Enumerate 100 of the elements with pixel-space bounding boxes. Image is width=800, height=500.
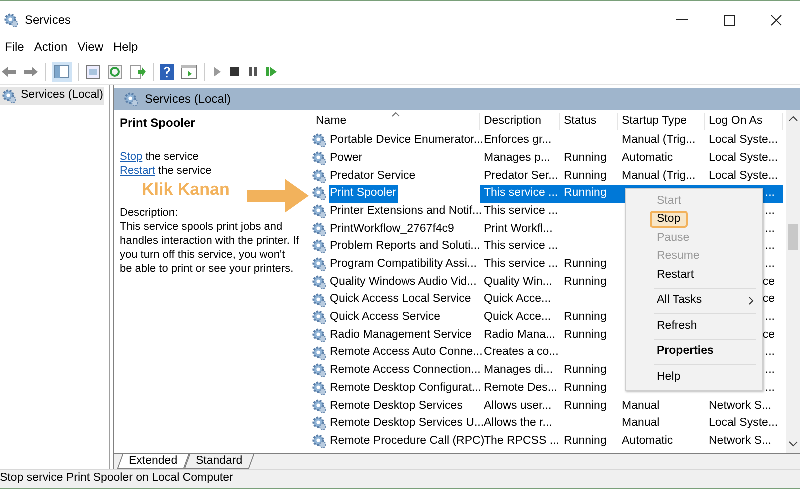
gear-icon [312, 363, 327, 378]
menu-item[interactable]: Help [110, 38, 142, 56]
table-cell: Running [564, 170, 607, 182]
scrollbar[interactable] [786, 110, 800, 453]
table-cell: This service ... [484, 204, 558, 217]
help-icon[interactable] [160, 64, 174, 80]
export-icon[interactable] [129, 64, 147, 80]
table-cell: ... [765, 240, 775, 252]
table-cell: Quick Acce... [484, 311, 552, 324]
view-tab[interactable]: Extended [117, 454, 190, 469]
table-cell: ... [765, 364, 775, 376]
pane-title: Services (Local) [145, 91, 232, 108]
service-name[interactable]: Quick Access Service [329, 309, 443, 326]
tree-item[interactable]: Services (Local) [0, 87, 104, 105]
menu-item[interactable]: Action [30, 38, 72, 56]
table-cell: Local Syste... [709, 134, 778, 146]
table-cell: ... [765, 346, 775, 358]
column-header[interactable]: Name [312, 112, 480, 130]
service-name[interactable]: Printer Extensions and Notif... [329, 202, 484, 220]
table-cell: The RPCSS ... [484, 434, 560, 447]
action-link[interactable]: Stop [120, 151, 143, 163]
service-name[interactable]: Power [329, 150, 365, 168]
menu-item[interactable]: Stop [650, 211, 688, 228]
table-cell: Local Syste... [709, 417, 778, 430]
table-cell: Manages di... [484, 364, 554, 376]
services-gear-icon [4, 12, 19, 28]
table-cell: ce [762, 293, 775, 306]
action-link[interactable]: Restart [120, 165, 156, 177]
panel-icon[interactable] [180, 64, 198, 80]
gear-icon [312, 398, 327, 414]
service-name[interactable]: Remote Access Auto Conne... [329, 344, 485, 362]
minimize-icon[interactable] [676, 19, 688, 21]
scroll-thumb[interactable] [788, 224, 798, 250]
console-tree-icon[interactable] [52, 62, 72, 82]
table-cell: Allows user... [484, 400, 552, 412]
table-cell: Network S... [709, 400, 772, 412]
menu-item[interactable]: Refresh [650, 318, 704, 335]
service-name[interactable]: Predator Service [329, 168, 418, 185]
table-cell: Running [564, 187, 607, 200]
table-cell: This service ... [484, 240, 558, 252]
table-cell: Running [564, 400, 607, 412]
gear-icon [312, 239, 327, 254]
table-cell: Running [564, 152, 607, 164]
column-header[interactable]: Log On As [705, 112, 783, 130]
gear-icon [312, 151, 327, 166]
service-name[interactable]: PrintWorkflow_2767f4c9 [329, 220, 456, 238]
gear-icon [312, 168, 327, 184]
table-cell: Local Syste... [709, 170, 778, 182]
table-cell: Running [564, 382, 607, 394]
table-cell: ... [765, 382, 775, 394]
forward-arrow-icon[interactable] [23, 66, 39, 78]
service-name[interactable]: Quality Windows Audio Vid... [329, 274, 479, 291]
gear-icon [312, 292, 327, 308]
window-list-icon[interactable] [85, 64, 101, 80]
table-cell: Manual (Trig... [622, 170, 696, 182]
service-name[interactable]: Print Spooler [329, 185, 398, 203]
gear-icon [312, 310, 327, 326]
service-name[interactable]: Remote Procedure Call (RPC) [329, 432, 487, 450]
close-icon[interactable] [771, 14, 782, 26]
refresh-icon[interactable] [107, 64, 123, 80]
menu-item[interactable]: All Tasks [650, 292, 710, 310]
description-text: This service spools print jobs and handles interaction with the printer. If you turn off this service, you won't be able to print or see your printers. [120, 220, 300, 276]
service-name[interactable]: Quick Access Local Service [329, 291, 474, 309]
column-header[interactable]: Startup Type [618, 112, 705, 130]
annotation-text: Klik Kanan [142, 179, 230, 201]
table-cell: ... [765, 222, 775, 235]
menu-item[interactable]: Help [650, 368, 688, 386]
back-arrow-icon[interactable] [1, 66, 17, 78]
menu-item[interactable]: Properties [650, 343, 721, 360]
table-cell: Local Syste... [709, 152, 778, 164]
gear-icon [124, 92, 139, 106]
maximize-icon[interactable] [724, 14, 735, 26]
menu-item[interactable]: Restart [650, 266, 702, 284]
scroll-down-icon[interactable] [788, 441, 798, 447]
service-name[interactable]: Portable Device Enumerator... [329, 132, 486, 150]
table-cell: Remote Des... [484, 382, 558, 394]
scroll-up-icon[interactable] [788, 116, 798, 122]
table-cell: Running [564, 328, 607, 341]
table-cell: ... [765, 187, 775, 200]
table-cell: ... [765, 311, 775, 324]
service-name[interactable]: Remote Desktop Configurat... [329, 380, 484, 398]
pause-icon[interactable] [247, 66, 259, 78]
column-header[interactable]: Status [560, 112, 618, 130]
view-tab[interactable]: Standard [184, 454, 254, 469]
window-title: Services [25, 12, 72, 29]
table-cell: Network S... [709, 434, 772, 447]
service-name[interactable]: Program Compatibility Assi... [329, 256, 479, 274]
description-label: Description: [120, 206, 180, 220]
stop-icon[interactable] [229, 66, 241, 78]
service-name[interactable]: Remote Access Connection... [329, 362, 483, 380]
menu-item[interactable]: View [74, 38, 108, 56]
gear-icon [312, 434, 327, 450]
menu-item[interactable]: File [1, 38, 28, 56]
service-name[interactable]: Problem Reports and Soluti... [329, 238, 482, 256]
resume-icon[interactable] [265, 66, 278, 78]
column-header[interactable]: Description [480, 112, 560, 130]
service-name[interactable]: Remote Desktop Services [329, 398, 465, 415]
play-icon[interactable] [211, 66, 223, 78]
service-name[interactable]: Radio Management Service [329, 326, 474, 344]
gear-icon [312, 257, 327, 272]
